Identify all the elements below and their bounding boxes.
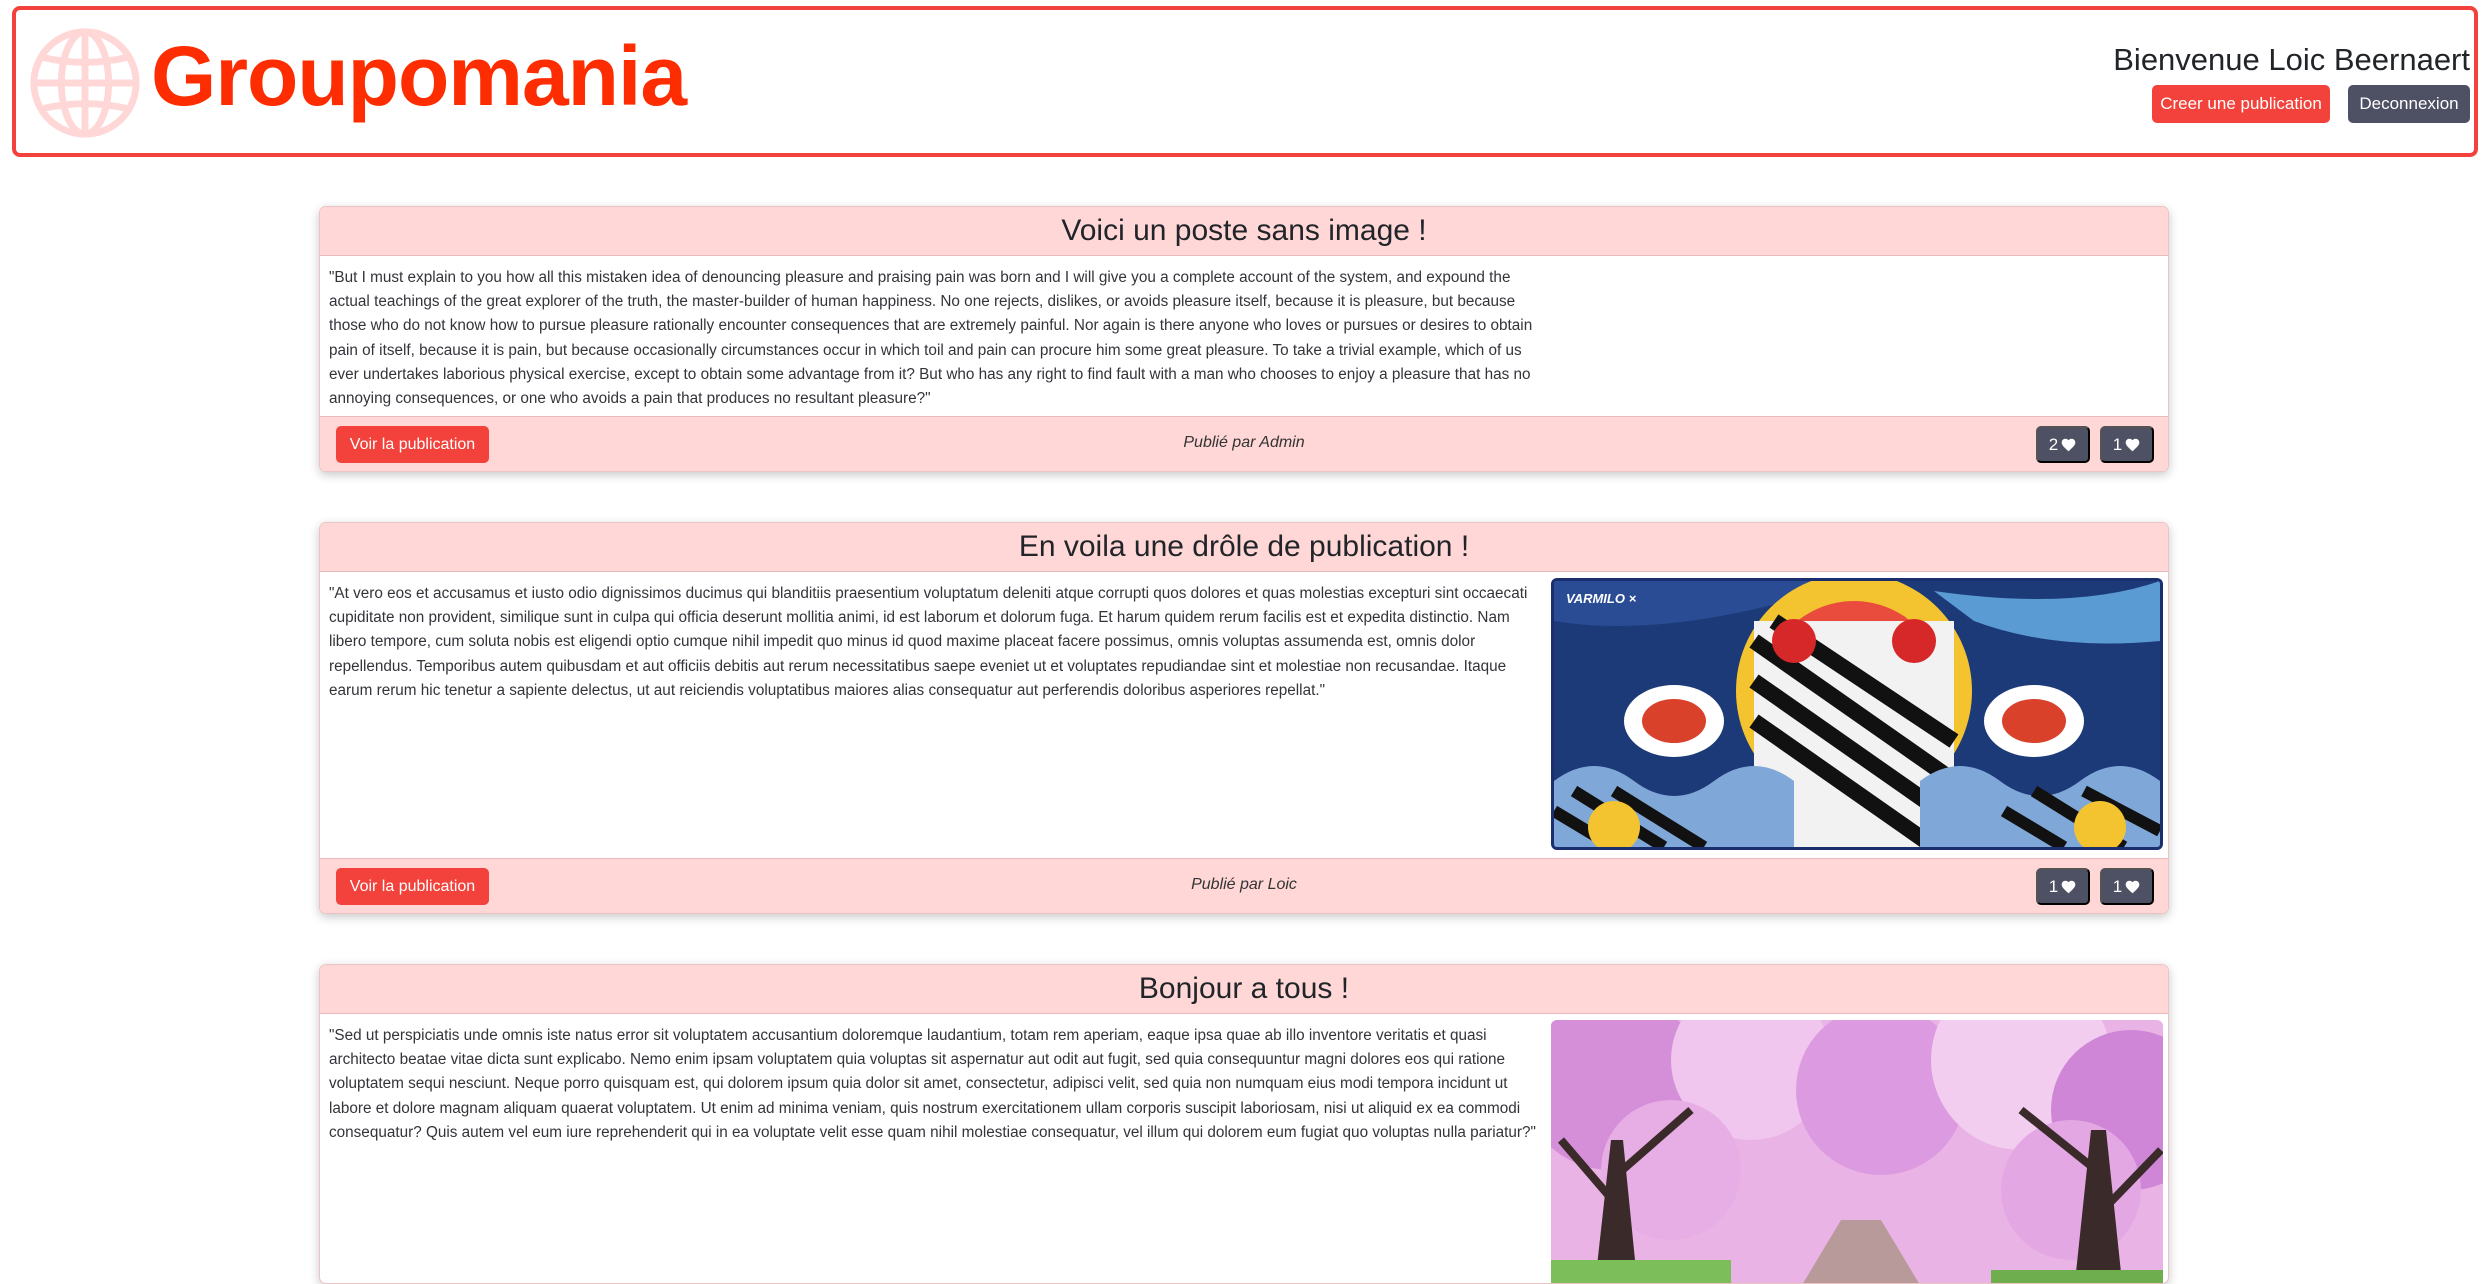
illustration-image: VARMILO ×	[1554, 581, 2160, 847]
post-body: "But I must explain to you how all this …	[320, 256, 2168, 416]
brand-name[interactable]: Groupomania	[151, 26, 687, 126]
post-title: Voici un poste sans image !	[320, 207, 2168, 256]
dislike-button[interactable]: 1	[2100, 868, 2154, 905]
cherry-blossom-image	[1551, 1020, 2163, 1283]
like-button[interactable]: 2	[2036, 426, 2090, 463]
post-footer: Voir la publication Publié par Admin 2 1	[320, 416, 2168, 471]
post-body: "Sed ut perspiciatis unde omnis iste nat…	[320, 1014, 2168, 1283]
like-count: 1	[2048, 876, 2059, 896]
welcome-message: Bienvenue Loic Beernaert	[2113, 42, 2470, 77]
heart-icon	[2061, 438, 2076, 452]
heart-icon	[2061, 880, 2076, 894]
post-text: "Sed ut perspiciatis unde omnis iste nat…	[329, 1027, 1536, 1141]
heart-icon	[2125, 880, 2140, 894]
logout-button[interactable]: Deconnexion	[2348, 85, 2470, 123]
post-text: "At vero eos et accusamus et iusto odio …	[329, 585, 1528, 699]
globe-icon	[30, 28, 140, 138]
post-card: Voici un poste sans image ! "But I must …	[319, 206, 2169, 472]
post-author: Publié par Admin	[1183, 434, 1305, 451]
view-post-button[interactable]: Voir la publication	[336, 426, 489, 463]
dislike-button[interactable]: 1	[2100, 426, 2154, 463]
post-title: Bonjour a tous !	[320, 965, 2168, 1014]
post-body: "At vero eos et accusamus et iusto odio …	[320, 572, 2168, 858]
post-card: Bonjour a tous ! "Sed ut perspiciatis un…	[319, 964, 2169, 1284]
view-post-button[interactable]: Voir la publication	[336, 868, 489, 905]
post-image[interactable]: VARMILO ×	[1551, 578, 2163, 850]
post-author: Publié par Loic	[1191, 876, 1297, 893]
post-image[interactable]	[1551, 1020, 2163, 1283]
dislike-count: 1	[2112, 434, 2123, 454]
create-post-button[interactable]: Creer une publication	[2152, 85, 2330, 123]
site-header: Groupomania Bienvenue Loic Beernaert Cre…	[12, 6, 2478, 157]
dislike-count: 1	[2112, 876, 2123, 896]
like-count: 2	[2048, 434, 2059, 454]
post-title: En voila une drôle de publication !	[320, 523, 2168, 572]
like-button[interactable]: 1	[2036, 868, 2090, 905]
post-text: "But I must explain to you how all this …	[329, 269, 1533, 408]
post-card: En voila une drôle de publication ! "At …	[319, 522, 2169, 914]
heart-icon	[2125, 438, 2140, 452]
post-footer: Voir la publication Publié par Loic 1 1	[320, 858, 2168, 913]
image-brand-text: VARMILO ×	[1566, 591, 1637, 606]
